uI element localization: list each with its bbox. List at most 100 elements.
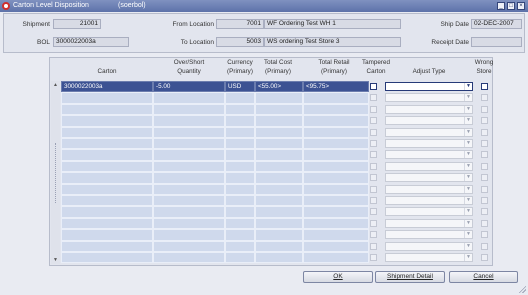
overshort-cell[interactable]: [153, 229, 225, 241]
totalretail-cell[interactable]: [303, 195, 369, 207]
table-row[interactable]: ▼: [61, 206, 491, 218]
wrong-store-checkbox[interactable]: [481, 94, 488, 102]
carton-cell[interactable]: [61, 217, 153, 230]
ship-date-field[interactable]: 02-DEC-2007: [471, 19, 522, 29]
totalretail-cell[interactable]: [303, 217, 369, 230]
currency-cell[interactable]: [225, 252, 255, 264]
maximize-button[interactable]: □: [507, 2, 515, 10]
carton-cell[interactable]: [61, 229, 153, 241]
wrong-store-checkbox[interactable]: [481, 197, 488, 204]
totalretail-cell[interactable]: [303, 138, 369, 150]
chevron-down-icon[interactable]: ▼: [464, 208, 472, 216]
totalcost-cell[interactable]: [255, 229, 303, 241]
overshort-cell[interactable]: [153, 149, 225, 161]
carton-cell[interactable]: [61, 103, 153, 116]
currency-cell[interactable]: [225, 206, 255, 218]
carton-cell[interactable]: [61, 206, 153, 218]
chevron-down-icon[interactable]: ▼: [464, 185, 472, 193]
title-bar[interactable]: Carton Level Disposition (soerbol) _ □ ×: [0, 0, 528, 12]
carton-cell[interactable]: [61, 126, 153, 138]
totalcost-cell[interactable]: [255, 160, 303, 173]
to-location-name-field[interactable]: WS ordering Test Store 3: [264, 37, 401, 47]
currency-cell[interactable]: [225, 126, 255, 138]
totalretail-cell[interactable]: [303, 240, 369, 252]
carton-cell[interactable]: [61, 172, 153, 184]
adjust-type-select[interactable]: ▼: [385, 116, 473, 126]
tampered-checkbox[interactable]: [370, 140, 377, 147]
adjust-type-select[interactable]: ▼: [385, 127, 473, 137]
totalcost-cell[interactable]: [255, 252, 303, 264]
from-location-name-field[interactable]: WF Ordering Test WH 1: [264, 19, 401, 29]
minimize-button[interactable]: _: [497, 2, 505, 10]
wrong-store-checkbox[interactable]: [481, 242, 488, 250]
totalcost-cell[interactable]: <55.00>: [255, 81, 303, 93]
currency-cell[interactable]: [225, 149, 255, 161]
totalcost-cell[interactable]: [255, 115, 303, 127]
tampered-checkbox[interactable]: [370, 128, 377, 136]
overshort-cell[interactable]: [153, 172, 225, 184]
wrong-store-checkbox[interactable]: [481, 83, 488, 90]
currency-cell[interactable]: [225, 160, 255, 173]
currency-cell[interactable]: [225, 103, 255, 116]
adjust-type-select[interactable]: ▼: [385, 161, 473, 171]
adjust-type-select[interactable]: ▼: [385, 104, 473, 114]
overshort-cell[interactable]: [153, 160, 225, 173]
cancel-button[interactable]: Cancel: [449, 271, 518, 283]
totalcost-cell[interactable]: [255, 240, 303, 252]
totalcost-cell[interactable]: [255, 126, 303, 138]
close-button[interactable]: ×: [517, 2, 525, 10]
overshort-cell[interactable]: [153, 138, 225, 150]
overshort-cell[interactable]: [153, 240, 225, 252]
overshort-cell[interactable]: -5.00: [153, 81, 225, 93]
totalcost-cell[interactable]: [255, 206, 303, 218]
tampered-checkbox[interactable]: [370, 174, 377, 182]
carton-cell[interactable]: [61, 92, 153, 104]
wrong-store-checkbox[interactable]: [481, 128, 488, 136]
table-row[interactable]: ▼: [61, 229, 491, 241]
carton-cell[interactable]: 3000022003a: [61, 81, 153, 93]
carton-cell[interactable]: [61, 252, 153, 264]
overshort-cell[interactable]: [153, 217, 225, 230]
currency-cell[interactable]: [225, 115, 255, 127]
tampered-checkbox[interactable]: [370, 242, 377, 250]
currency-cell[interactable]: [225, 195, 255, 207]
totalretail-cell[interactable]: [303, 126, 369, 138]
wrong-store-checkbox[interactable]: [481, 254, 488, 261]
wrong-store-checkbox[interactable]: [481, 208, 488, 216]
tampered-checkbox[interactable]: [370, 254, 377, 261]
chevron-down-icon[interactable]: ▼: [464, 83, 472, 90]
carton-cell[interactable]: [61, 240, 153, 252]
totalretail-cell[interactable]: [303, 103, 369, 116]
receipt-date-field[interactable]: [471, 37, 522, 47]
chevron-down-icon[interactable]: ▼: [464, 94, 472, 102]
tampered-checkbox[interactable]: [370, 117, 377, 125]
chevron-down-icon[interactable]: ▼: [464, 105, 472, 113]
scroll-down-icon[interactable]: ▼: [53, 257, 58, 263]
bol-field[interactable]: 3000022003a: [53, 37, 129, 47]
totalcost-cell[interactable]: [255, 217, 303, 230]
totalretail-cell[interactable]: [303, 229, 369, 241]
carton-cell[interactable]: [61, 149, 153, 161]
wrong-store-checkbox[interactable]: [481, 117, 488, 125]
wrong-store-checkbox[interactable]: [481, 219, 488, 227]
totalretail-cell[interactable]: [303, 160, 369, 173]
table-row[interactable]: ▼: [61, 195, 491, 207]
adjust-type-select[interactable]: ▼: [385, 184, 473, 194]
wrong-store-checkbox[interactable]: [481, 231, 488, 239]
table-row[interactable]: ▼: [61, 103, 491, 116]
overshort-cell[interactable]: [153, 115, 225, 127]
adjust-type-select[interactable]: ▼: [385, 196, 473, 205]
chevron-down-icon[interactable]: ▼: [464, 140, 472, 147]
totalcost-cell[interactable]: [255, 138, 303, 150]
totalretail-cell[interactable]: [303, 183, 369, 195]
currency-cell[interactable]: [225, 172, 255, 184]
currency-cell[interactable]: [225, 183, 255, 195]
totalcost-cell[interactable]: [255, 183, 303, 195]
scroll-up-icon[interactable]: ▲: [53, 82, 58, 88]
adjust-type-select[interactable]: ▼: [385, 139, 473, 148]
adjust-type-select[interactable]: ▼: [385, 230, 473, 240]
tampered-checkbox[interactable]: [370, 185, 377, 193]
carton-cell[interactable]: [61, 160, 153, 173]
shipment-field[interactable]: 21001: [53, 19, 101, 29]
carton-cell[interactable]: [61, 183, 153, 195]
